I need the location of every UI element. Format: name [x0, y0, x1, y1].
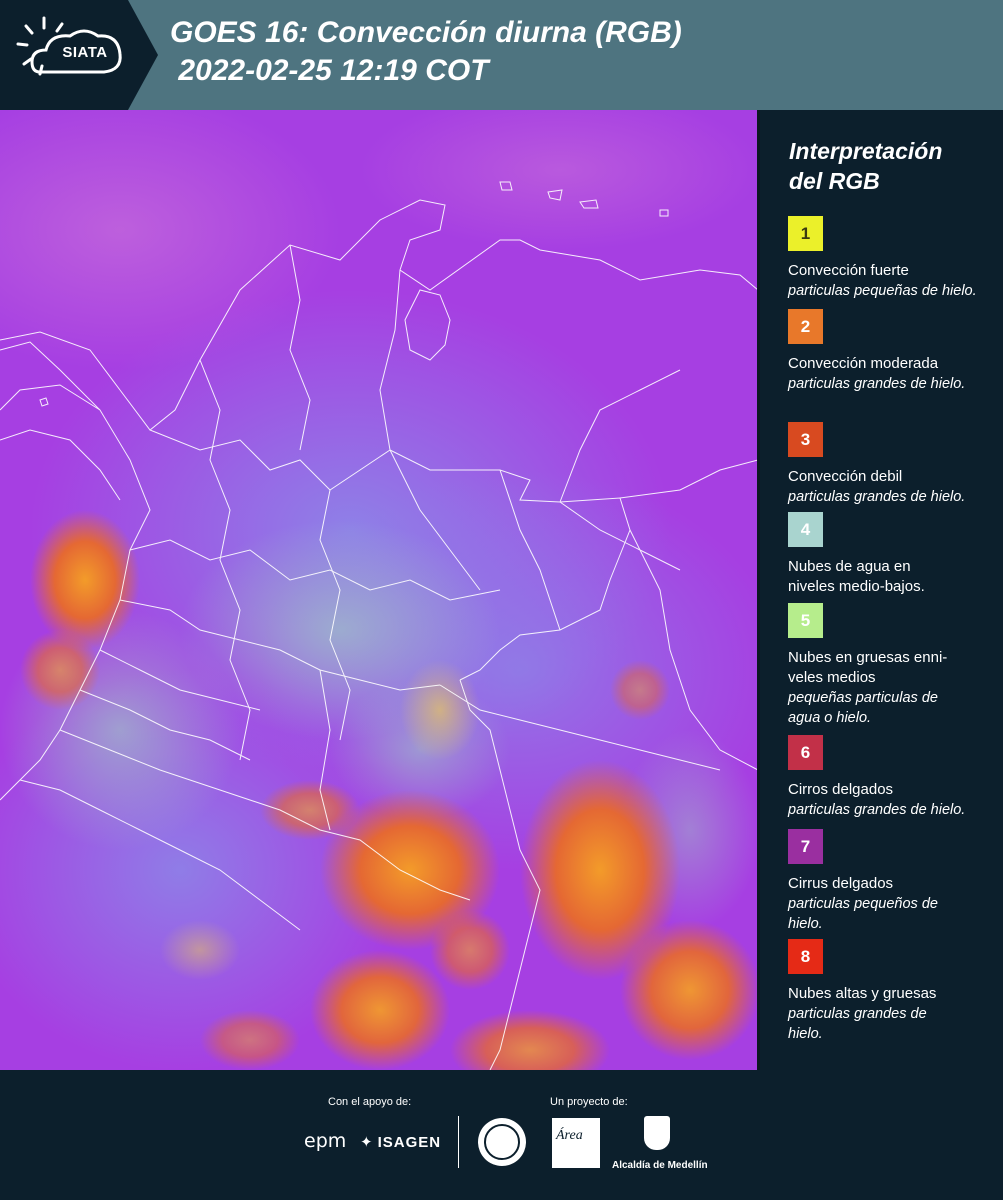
legend-item-6: 6 Cirros delgados particulas grandes de …	[788, 735, 993, 820]
legend-sub-1: particulas pequeñas de hielo.	[788, 283, 977, 299]
legend-panel: Interpretación del RGB 1 Convección fuer…	[760, 110, 1003, 1070]
page-title: GOES 16: Convección diurna (RGB) 2022-02…	[170, 14, 682, 90]
area-metropolitana-logo: Área	[552, 1118, 600, 1168]
legend-swatch-4: 4	[788, 512, 823, 547]
legend-sub-6: particulas grandes de hielo.	[788, 802, 966, 818]
legend-item-8: 8 Nubes altas y gruesas particulas grand…	[788, 939, 993, 1044]
legend-name-5: Nubes en gruesas enni-veles medios	[788, 649, 948, 686]
legend-name-2: Convección moderada	[788, 355, 939, 372]
legend-name-7: Cirrus delgados	[788, 875, 894, 892]
isagen-logo: ✦ ISAGEN	[360, 1133, 441, 1151]
medellin-shield-icon	[644, 1116, 670, 1150]
legend-item-3: 3 Convección debil particulas grandes de…	[788, 422, 993, 507]
legend-swatch-6: 6	[788, 735, 823, 770]
legend-swatch-2: 2	[788, 309, 823, 344]
legend-swatch-3: 3	[788, 422, 823, 457]
legend-item-5: 5 Nubes en gruesas enni-veles medios peq…	[788, 603, 993, 728]
amva-word: Área	[556, 1128, 583, 1143]
legend-title-line-1: Interpretación	[789, 138, 943, 164]
title-line-2: 2022-02-25 12:19 COT	[170, 54, 489, 87]
legend-name-6: Cirros delgados	[788, 781, 894, 798]
footer-bar: Con el apoyo de: Un proyecto de: epm ✦ IS…	[0, 1070, 1003, 1200]
legend-swatch-5: 5	[788, 603, 823, 638]
legend-item-4: 4 Nubes de agua en niveles medio-bajos.	[788, 512, 993, 597]
legend-title: Interpretación del RGB	[789, 136, 989, 196]
legend-sub-2: particulas grandes de hielo.	[788, 376, 966, 392]
legend-item-7: 7 Cirrus delgados particulas pequeños de…	[788, 829, 993, 934]
legend-sub-8: particulas grandes de hielo.	[788, 1006, 927, 1042]
project-label: Un proyecto de:	[550, 1096, 628, 1108]
legend-sub-3: particulas grandes de hielo.	[788, 489, 966, 505]
support-label: Con el apoyo de:	[328, 1096, 412, 1108]
seal-ring	[484, 1124, 520, 1160]
legend-item-1: 1 Convección fuerte particulas pequeñas …	[788, 216, 993, 301]
legend-sub-7: particulas pequeños de hielo.	[788, 896, 938, 932]
university-seal-icon	[478, 1118, 526, 1166]
legend-swatch-1: 1	[788, 216, 823, 251]
isagen-text: ISAGEN	[377, 1134, 442, 1151]
footer-divider	[458, 1116, 459, 1168]
logo-text: SIATA	[62, 44, 108, 61]
satellite-rgb-image	[0, 110, 758, 1070]
legend-item-2: 2 Convección moderada particulas grandes…	[788, 309, 993, 394]
medellin-text: Alcaldía de Medellín	[612, 1160, 708, 1171]
isagen-mark-icon: ✦	[360, 1134, 374, 1151]
legend-sub-5: pequeñas particulas de agua o hielo.	[788, 690, 938, 726]
legend-title-line-2: del RGB	[789, 168, 880, 194]
siata-logo: SIATA	[0, 0, 160, 110]
legend-name-1: Convección fuerte	[788, 262, 909, 279]
legend-swatch-7: 7	[788, 829, 823, 864]
legend-name-4: Nubes de agua en niveles medio-bajos.	[788, 558, 925, 595]
header-bar: SIATA GOES 16: Convección diurna (RGB) 2…	[0, 0, 1003, 110]
title-line-1: GOES 16: Convección diurna (RGB)	[170, 16, 682, 49]
legend-name-3: Convección debil	[788, 468, 903, 485]
epm-logo: epm	[304, 1130, 347, 1152]
legend-swatch-8: 8	[788, 939, 823, 974]
legend-name-8: Nubes altas y gruesas	[788, 985, 937, 1002]
